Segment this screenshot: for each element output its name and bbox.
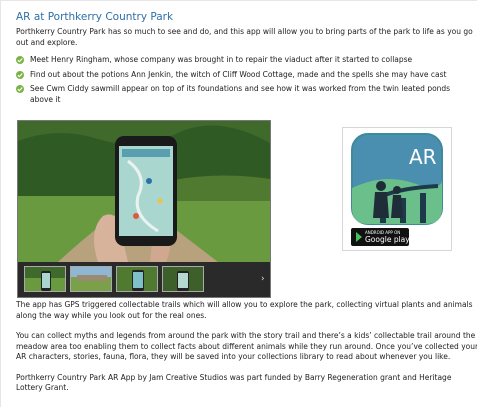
paragraph-line: Lottery Grant.	[16, 383, 69, 392]
intro-line-1: Porthkerry Country Park has so much to s…	[16, 27, 473, 36]
feature-item: See Cwm Ciddy sawmill appear on top of i…	[16, 84, 477, 105]
feature-item: Find out about the potions Ann Jenkin, t…	[16, 70, 477, 81]
gallery-thumbnails: ›	[18, 262, 270, 297]
paragraph-line: The app has GPS triggered collectable tr…	[16, 300, 473, 309]
intro-line-2: out and explore.	[16, 37, 78, 47]
app-icon-label: AR	[409, 145, 437, 169]
check-icon	[16, 70, 24, 79]
article-body: The app has GPS triggered collectable tr…	[16, 300, 477, 394]
feature-text: Find out about the potions Ann Jenkin, t…	[30, 69, 447, 79]
check-icon	[16, 56, 24, 64]
check-icon	[16, 85, 24, 93]
gallery-thumbnail[interactable]	[70, 266, 112, 292]
feature-text-continued: above it	[30, 94, 61, 104]
ar-app-icon: AR ANDROID APP ON Google play	[351, 133, 443, 246]
google-play-badge-text: Google play	[365, 235, 410, 244]
app-icon-card[interactable]: AR ANDROID APP ON Google play	[342, 127, 452, 251]
gallery-next-arrow[interactable]: ›	[261, 274, 265, 284]
paragraph-line: meadow area too enabling them to collect…	[16, 341, 477, 351]
gallery-thumbnail[interactable]	[162, 266, 204, 292]
feature-list: Meet Henry Ringham, whose company was br…	[16, 55, 477, 105]
gallery-thumbnail[interactable]	[24, 266, 66, 292]
paragraph-line: along the way while you look out for the…	[16, 310, 207, 320]
paragraph-line: You can collect myths and legends from a…	[16, 331, 476, 340]
gallery-main-image[interactable]	[18, 121, 270, 262]
paragraph-line: AR characters, stories, fauna, flora, th…	[16, 352, 451, 361]
feature-text: Meet Henry Ringham, whose company was br…	[30, 55, 413, 64]
feature-text: See Cwm Ciddy sawmill appear on top of i…	[30, 84, 451, 93]
feature-item: Meet Henry Ringham, whose company was br…	[16, 55, 477, 66]
image-gallery[interactable]: ›	[17, 120, 271, 298]
paragraph-line: Porthkerry Country Park AR App by Jam Cr…	[16, 372, 452, 382]
gallery-thumbnail[interactable]	[116, 266, 158, 292]
page-title: AR at Porthkerry Country Park	[16, 11, 174, 23]
article: AR at Porthkerry Country Park Porthkerry…	[16, 11, 477, 109]
